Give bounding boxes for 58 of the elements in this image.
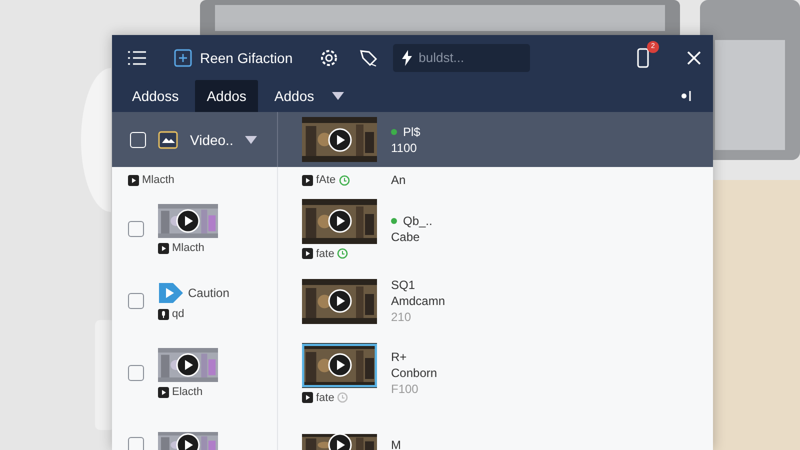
media-label: Elacth	[158, 386, 218, 398]
menu-icon[interactable]	[128, 50, 146, 64]
microphone-icon	[158, 308, 169, 320]
checkbox[interactable]	[128, 365, 144, 381]
play-icon[interactable]	[176, 209, 200, 233]
item-text: Cabe	[391, 230, 421, 244]
caret-icon[interactable]	[332, 92, 344, 100]
play-icon	[158, 386, 169, 398]
checkbox[interactable]	[128, 437, 144, 450]
image-icon	[158, 130, 178, 148]
item-text: M	[391, 438, 401, 450]
play-icon[interactable]	[176, 353, 200, 377]
media-tag: fate	[302, 392, 377, 404]
media-caption: Caution	[188, 286, 230, 300]
lightning-icon	[402, 50, 412, 66]
play-icon[interactable]	[328, 209, 352, 233]
play-icon	[128, 174, 139, 186]
item-text: SQ1	[391, 278, 416, 292]
play-icon	[302, 392, 313, 403]
add-icon[interactable]	[174, 48, 192, 66]
media-label: Mlacth	[128, 174, 174, 186]
media-tag: fAte	[302, 174, 377, 186]
play-logo-icon	[158, 282, 184, 304]
tab[interactable]: Addoss	[120, 80, 191, 112]
phone-icon[interactable]	[637, 48, 649, 68]
media-type-label: Video..	[190, 132, 234, 148]
settings-icon[interactable]	[318, 48, 339, 68]
play-icon[interactable]	[176, 433, 200, 450]
item-text: R+	[391, 350, 408, 364]
play-icon[interactable]	[328, 128, 352, 152]
caret-icon[interactable]	[245, 136, 258, 144]
item-text: Qb_..	[391, 214, 432, 228]
item-text: 210	[391, 310, 412, 324]
media-label: Mlacth	[158, 242, 218, 254]
item-text: 1100	[391, 140, 418, 154]
play-icon	[302, 174, 313, 186]
media-label: qd	[158, 308, 230, 320]
close-icon[interactable]	[687, 50, 701, 64]
item-text: An	[391, 173, 406, 187]
play-icon	[302, 248, 313, 259]
search-field[interactable]: buldst...	[392, 44, 530, 72]
play-icon[interactable]	[328, 289, 352, 313]
window-title: Reen Gifaction	[200, 50, 293, 66]
media-tag: fate	[302, 248, 377, 260]
item-text: Pl$	[391, 124, 420, 138]
tag-icon[interactable]	[358, 48, 379, 68]
checkbox[interactable]	[128, 293, 144, 309]
item-text: Amdcamn	[391, 294, 446, 308]
item-text: Conborn	[391, 366, 438, 380]
status-icon	[338, 174, 350, 186]
play-icon	[158, 242, 169, 254]
tab[interactable]: Addos	[262, 80, 326, 112]
tab[interactable]: Addos	[194, 80, 258, 112]
status-icon	[337, 392, 348, 403]
item-text: F100	[391, 382, 420, 396]
play-icon[interactable]	[328, 353, 352, 377]
status-icon	[337, 248, 348, 259]
checkbox[interactable]	[128, 221, 144, 237]
